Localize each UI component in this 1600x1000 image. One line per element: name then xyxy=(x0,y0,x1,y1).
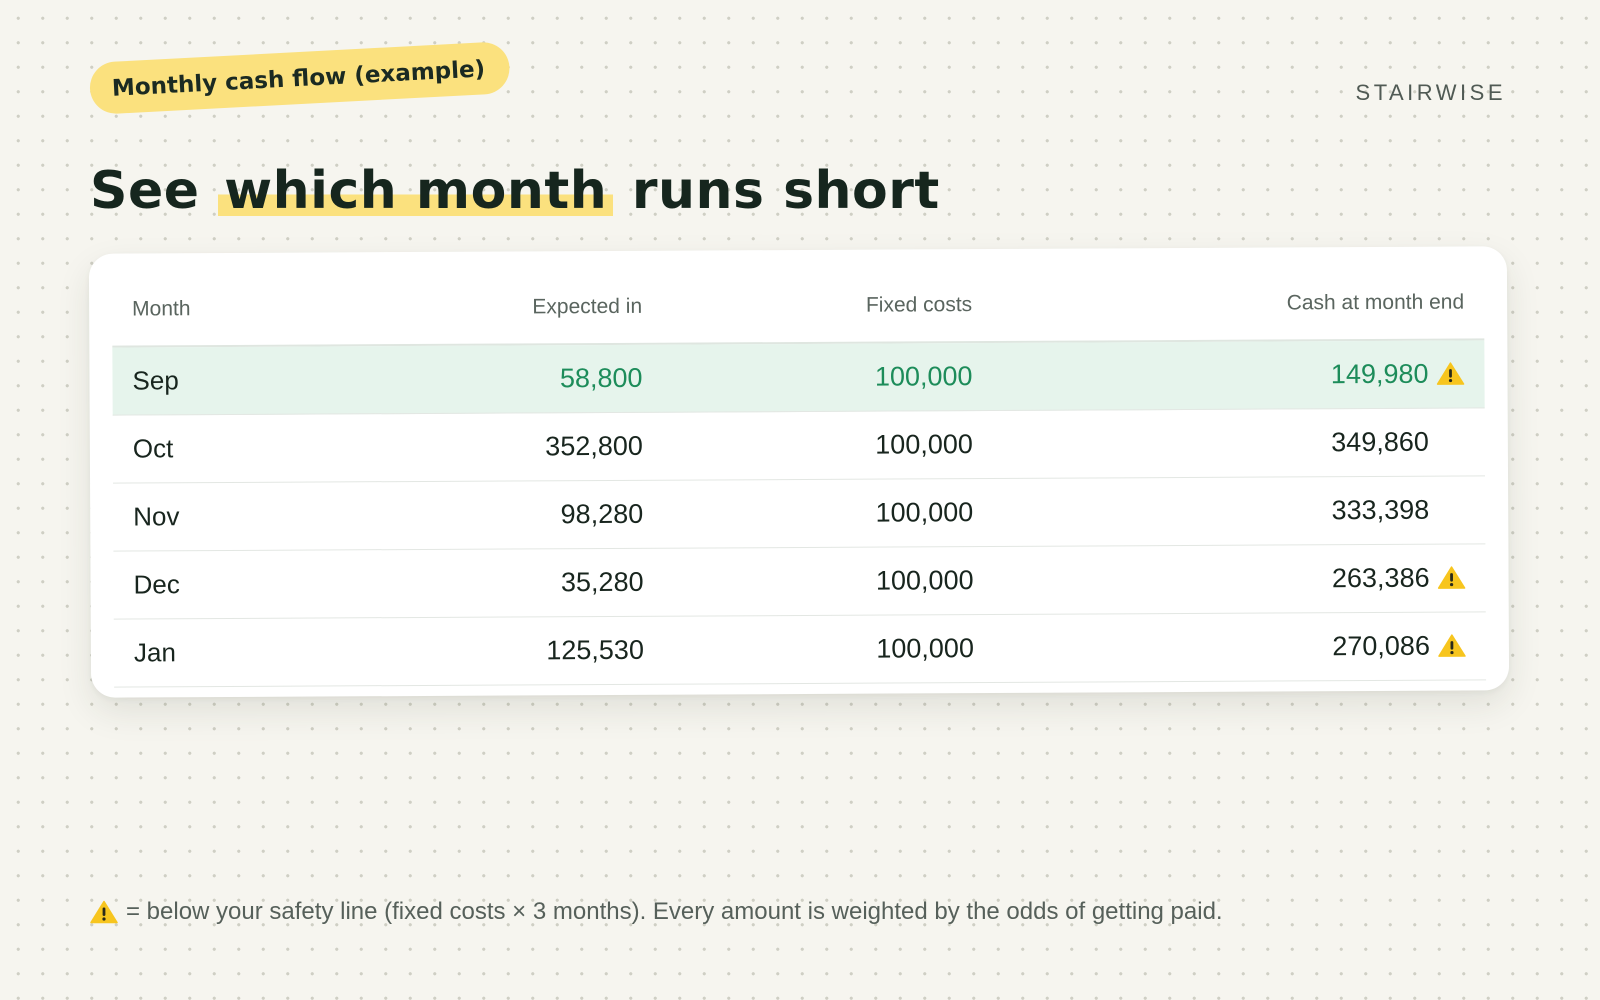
cell-fixed-costs: 100,000 xyxy=(643,497,974,530)
cell-fixed-costs-value: 100,000 xyxy=(876,633,975,664)
cell-fixed-costs-value: 100,000 xyxy=(875,497,974,528)
cell-fixed-costs: 100,000 xyxy=(643,429,973,462)
column-header-expected-in: Expected in xyxy=(532,294,643,319)
cell-month: Dec xyxy=(114,568,384,600)
cell-expected-in: 98,280 xyxy=(383,498,644,531)
cell-expected-in: 352,800 xyxy=(383,431,643,463)
column-header-cash-end: Cash at month end xyxy=(1286,290,1465,315)
cell-cash-end-value: 149,980 xyxy=(1330,358,1429,390)
cell-month: Oct xyxy=(113,432,383,464)
cell-month-value: Jan xyxy=(133,637,176,668)
cell-cash-end: 333,398 xyxy=(973,495,1465,529)
cell-cash-end: 349,860 xyxy=(973,427,1465,461)
table-body: Sep 58,800 100,000 149,980 Oct 352,800 100,000… xyxy=(112,340,1487,688)
cell-cash-end-value: 270,086 xyxy=(1332,630,1430,662)
cell-expected-in-value: 58,800 xyxy=(559,362,643,394)
cell-cash-end: 270,086 xyxy=(974,631,1466,665)
cell-expected-in-value: 35,280 xyxy=(560,566,644,598)
cell-month: Nov xyxy=(113,500,383,532)
category-tag: Monthly cash flow (example) xyxy=(88,41,511,115)
column-header-fixed-costs: Fixed costs xyxy=(865,293,973,317)
cell-expected-in-value: 352,800 xyxy=(545,430,643,462)
warning-triangle-icon xyxy=(90,900,118,924)
footnote-text: = below your safety line (fixed costs × … xyxy=(126,898,1223,925)
cell-month-value: Sep xyxy=(132,365,179,396)
warning-triangle-icon xyxy=(1437,566,1466,589)
cell-cash-end: 263,386 xyxy=(973,562,1466,597)
page-title: See which month runs short xyxy=(90,156,940,226)
footnote: = below your safety line (fixed costs × … xyxy=(90,898,1223,926)
table-row: Dec 35,280 100,000 263,386 xyxy=(113,544,1486,620)
cash-flow-card: Month Expected in Fixed costs Cash at mo… xyxy=(88,246,1510,698)
page-title-start: See xyxy=(90,161,219,221)
cell-fixed-costs: 100,000 xyxy=(642,361,973,394)
cell-expected-in-value: 98,280 xyxy=(560,498,644,530)
warning-triangle-icon xyxy=(1438,634,1466,657)
table-row: Oct 352,800 100,000 349,860 xyxy=(112,408,1486,484)
cell-cash-end: 149,980 xyxy=(972,358,1465,393)
cell-month-value: Oct xyxy=(132,433,174,464)
page-title-end: runs short xyxy=(613,161,940,221)
cell-fixed-costs-value: 100,000 xyxy=(875,565,974,596)
page-title-highlight: which month xyxy=(218,161,614,221)
cell-cash-end-value: 263,386 xyxy=(1331,562,1430,594)
cell-fixed-costs-value: 100,000 xyxy=(874,361,973,392)
category-tag-label: Monthly cash flow (example) xyxy=(111,56,486,102)
table-row: Sep 58,800 100,000 149,980 xyxy=(112,340,1485,416)
table-row: Jan 125,530 100,000 270,086 xyxy=(113,612,1487,688)
cash-flow-table: Month Expected in Fixed costs Cash at mo… xyxy=(111,266,1487,688)
cell-expected-in: 35,280 xyxy=(383,566,644,599)
cell-expected-in: 125,530 xyxy=(384,635,644,667)
cell-month-value: Nov xyxy=(133,501,180,532)
cell-expected-in: 58,800 xyxy=(382,362,643,395)
table-header-row: Month Expected in Fixed costs Cash at mo… xyxy=(111,266,1485,348)
cell-fixed-costs: 100,000 xyxy=(643,565,974,598)
cell-cash-end-value: 349,860 xyxy=(1331,426,1429,458)
brand-logo: STAIRWISE xyxy=(1355,80,1506,105)
cell-cash-end-value: 333,398 xyxy=(1331,494,1430,526)
cell-expected-in-value: 125,530 xyxy=(546,634,645,666)
warning-triangle-icon xyxy=(1436,362,1465,385)
cell-month: Sep xyxy=(112,364,382,396)
column-header-month: Month xyxy=(132,297,191,321)
cell-fixed-costs: 100,000 xyxy=(644,633,974,666)
cell-fixed-costs-value: 100,000 xyxy=(875,429,973,460)
table-row: Nov 98,280 100,000 333,398 xyxy=(113,476,1486,552)
cell-month: Jan xyxy=(114,636,384,668)
cell-month-value: Dec xyxy=(133,569,180,600)
